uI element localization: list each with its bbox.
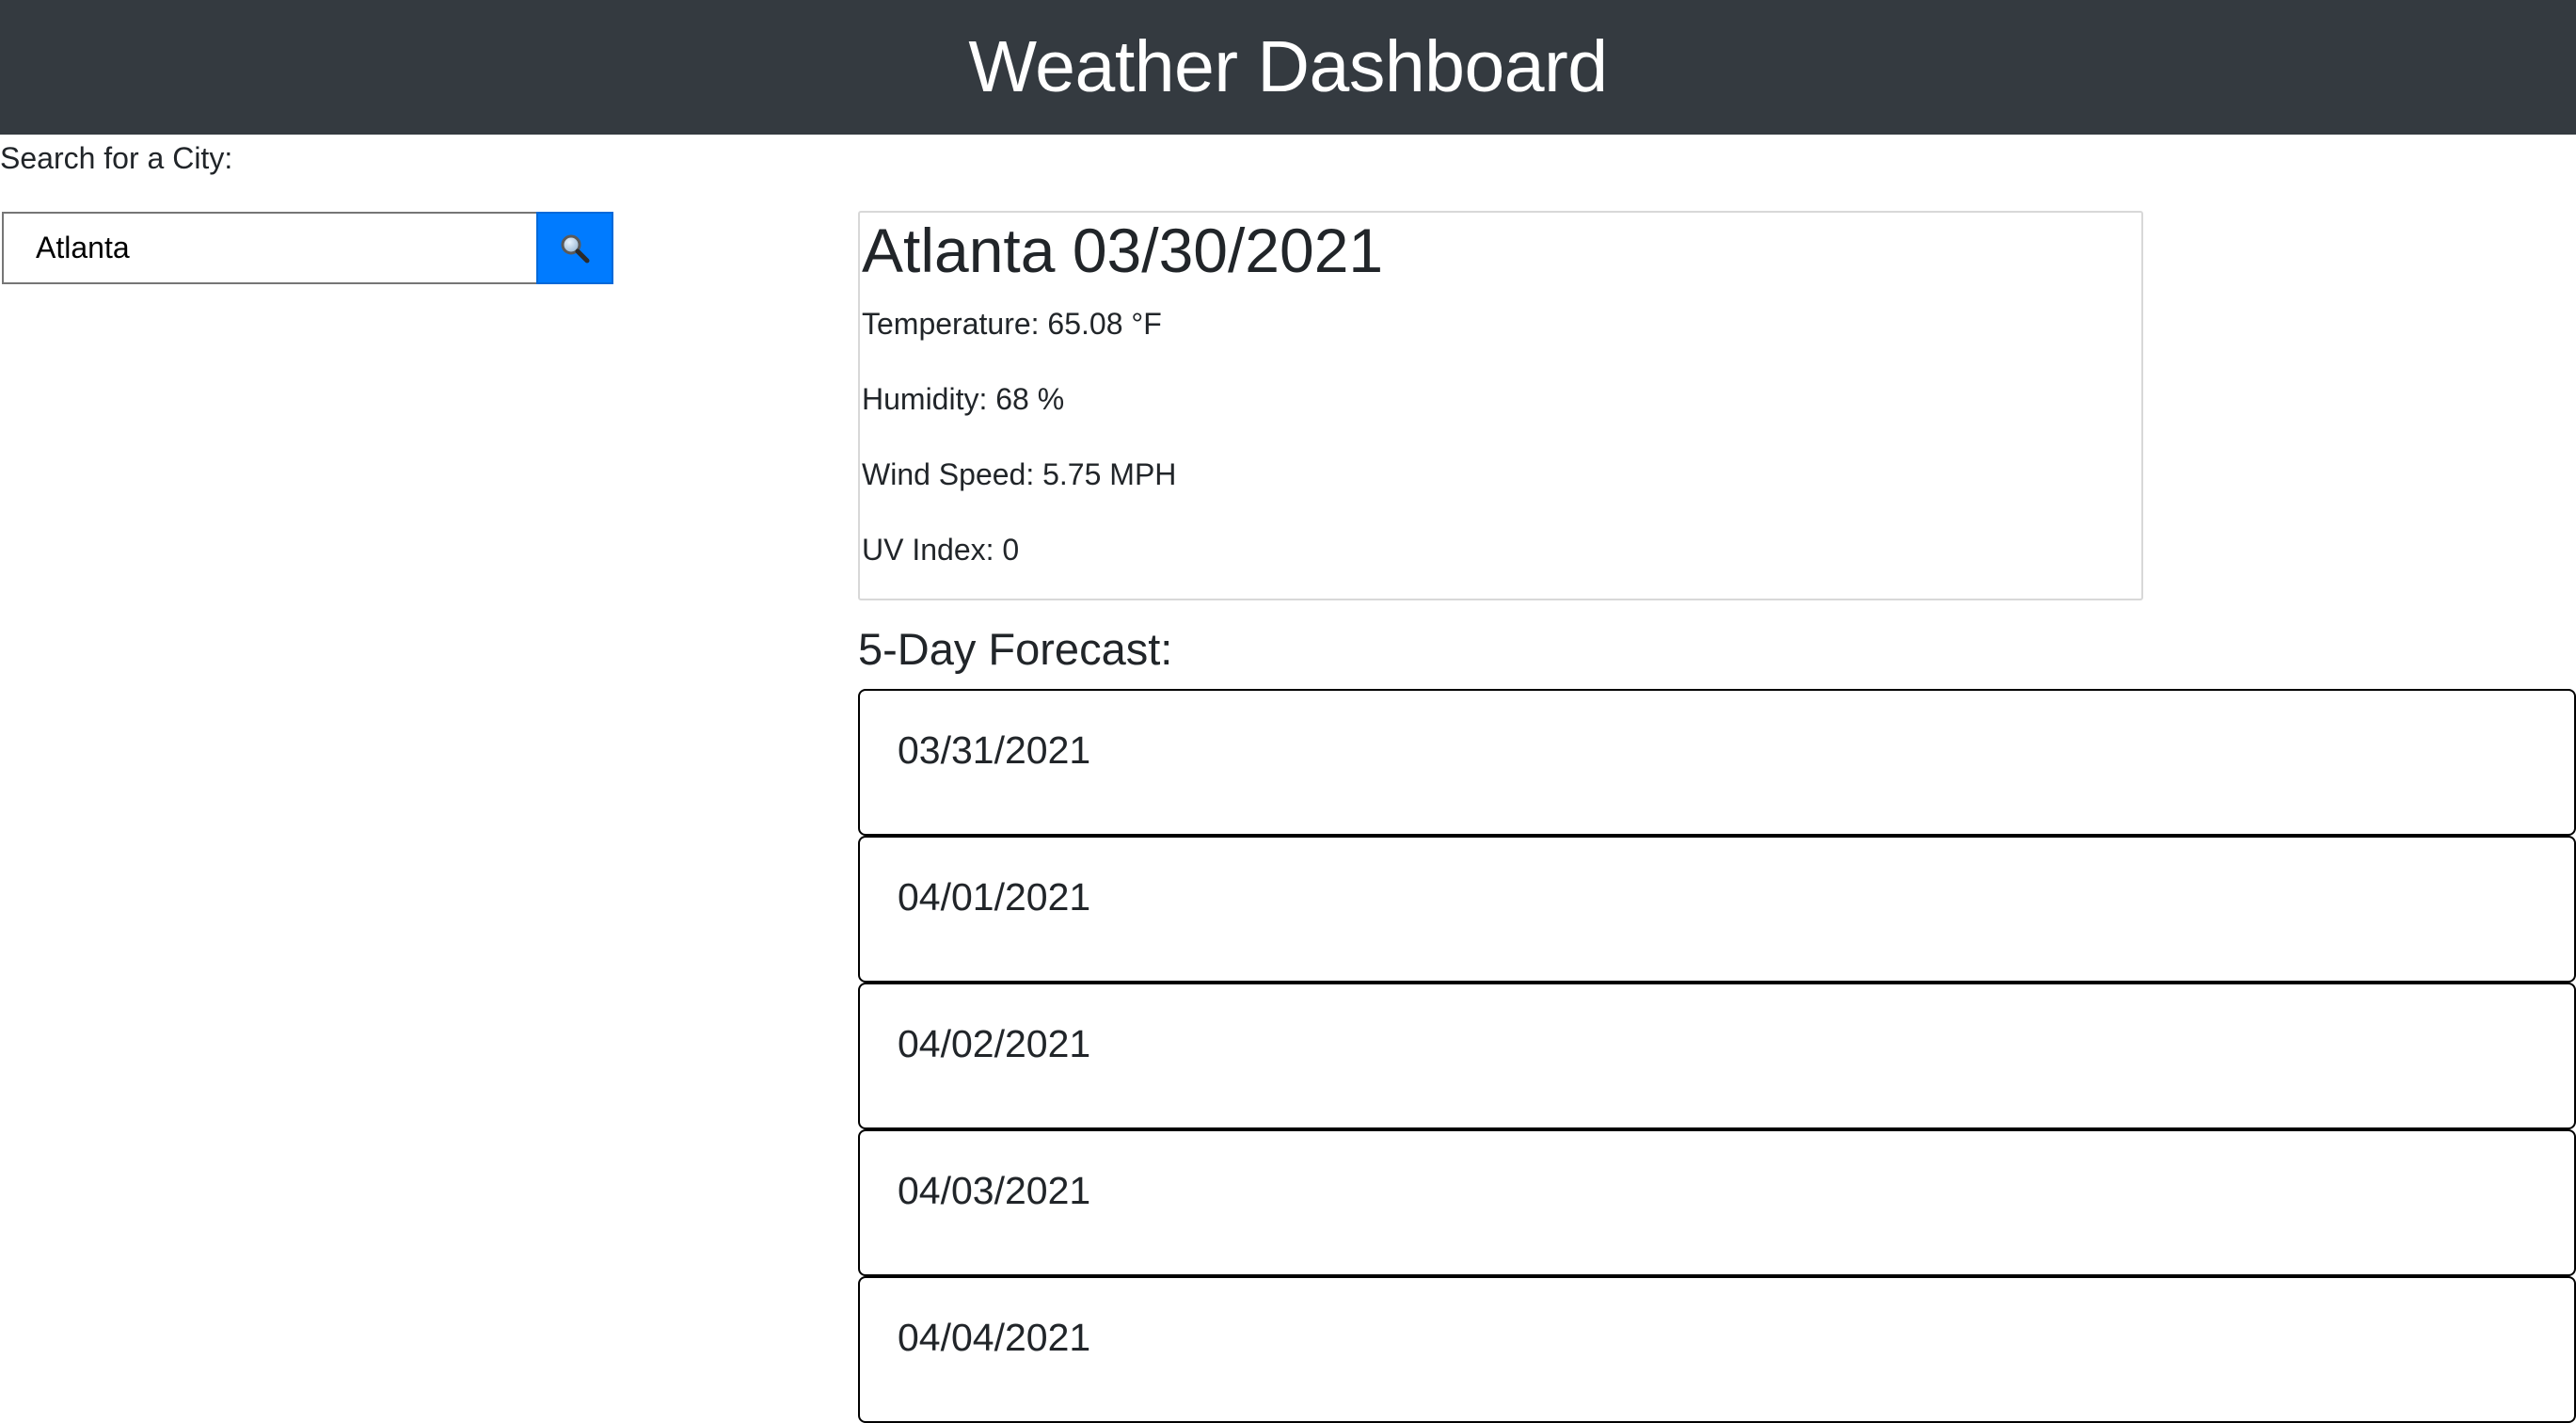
current-uv-index: UV Index: 0 xyxy=(862,533,1020,567)
current-city-date: Atlanta 03/30/2021 xyxy=(862,216,1384,285)
forecast-date: 04/03/2021 xyxy=(898,1169,1091,1212)
forecast-card: 04/04/2021 xyxy=(858,1276,2576,1423)
search-icon xyxy=(561,234,590,263)
current-temperature: Temperature: 65.08 °F xyxy=(862,307,1162,341)
current-weather-card: Atlanta 03/30/2021 Temperature: 65.08 °F… xyxy=(858,211,2143,600)
forecast-card: 04/03/2021 xyxy=(858,1129,2576,1276)
forecast-date: 04/01/2021 xyxy=(898,875,1091,919)
forecast-card: 03/31/2021 xyxy=(858,689,2576,836)
forecast-card: 04/01/2021 xyxy=(858,836,2576,983)
forecast-date: 04/02/2021 xyxy=(898,1022,1091,1065)
city-search-input[interactable] xyxy=(2,212,536,284)
forecast-card: 04/02/2021 xyxy=(858,983,2576,1129)
forecast-title: 5-Day Forecast: xyxy=(858,624,1173,674)
search-label: Search for a City: xyxy=(0,141,233,175)
page-title: Weather Dashboard xyxy=(968,26,1608,107)
page-header: Weather Dashboard xyxy=(0,0,2576,135)
current-wind-speed: Wind Speed: 5.75 MPH xyxy=(862,457,1177,491)
forecast-date: 03/31/2021 xyxy=(898,728,1091,772)
search-form xyxy=(2,212,613,284)
forecast-date: 04/04/2021 xyxy=(898,1316,1091,1359)
search-button[interactable] xyxy=(536,212,613,284)
current-humidity: Humidity: 68 % xyxy=(862,382,1065,416)
